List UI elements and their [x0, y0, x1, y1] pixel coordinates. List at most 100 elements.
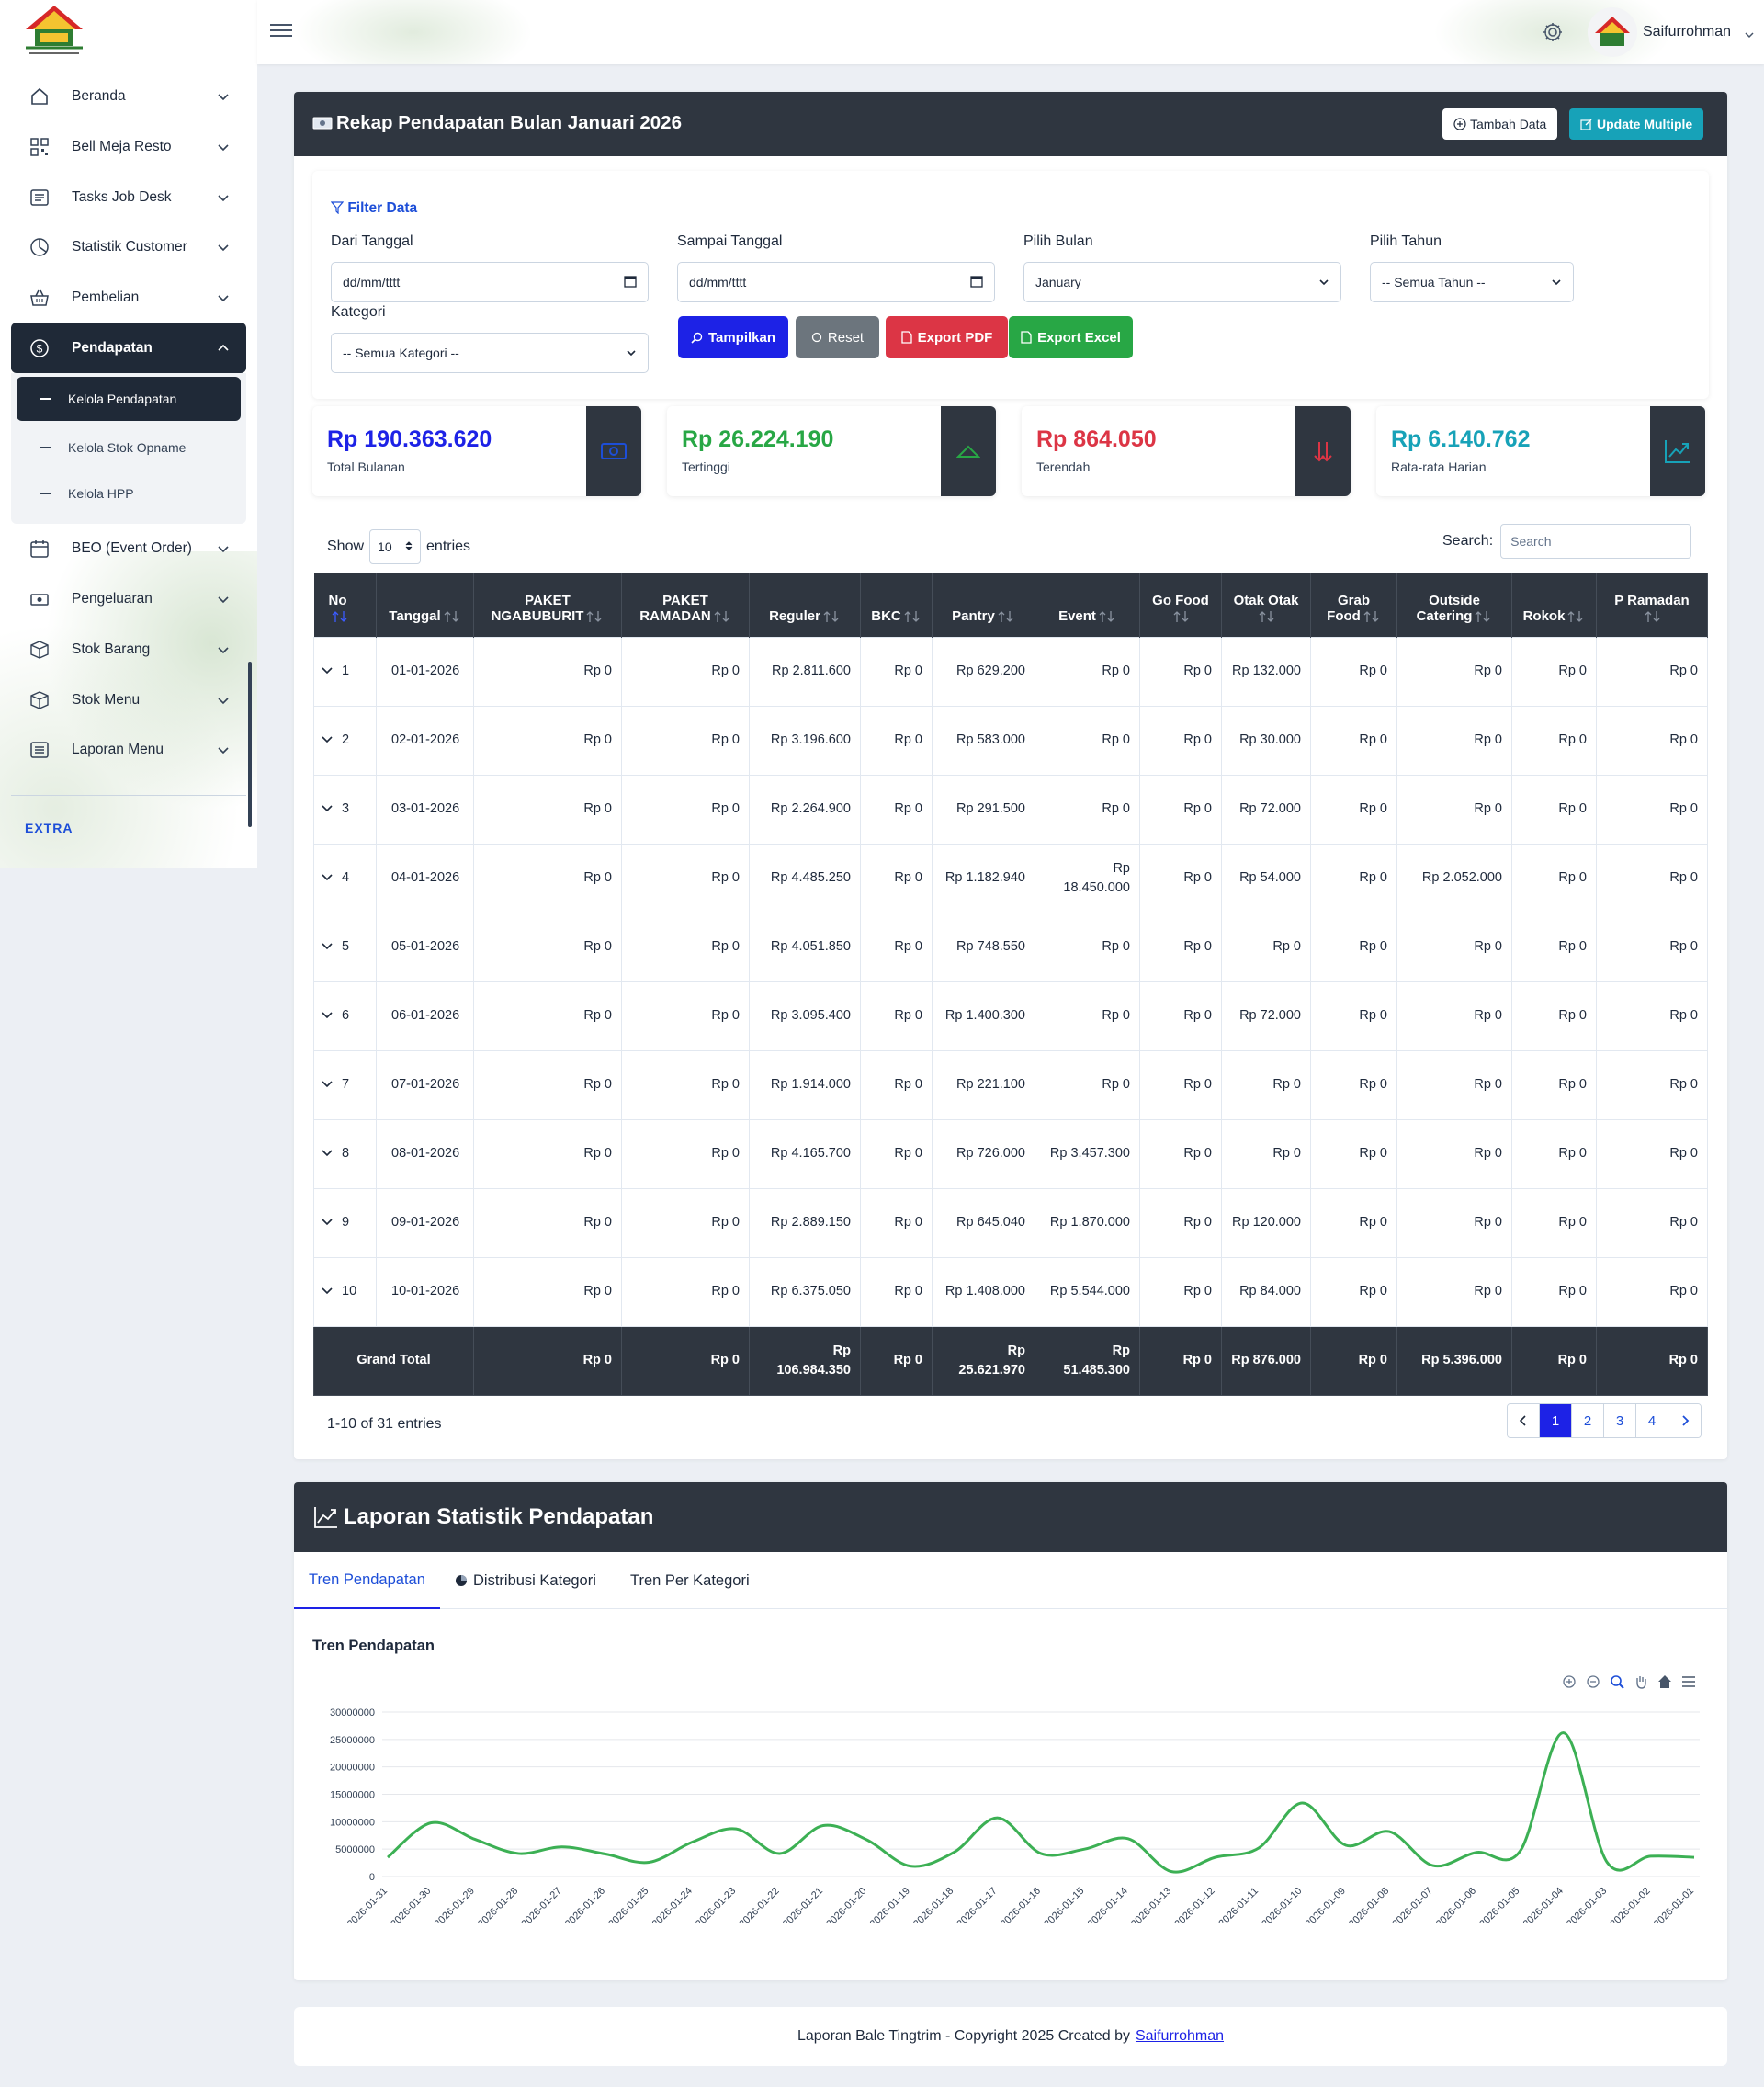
amount-cell: Rp 0: [1596, 774, 1708, 845]
expand-cell[interactable]: 2: [313, 705, 377, 776]
pilih-bulan-label: Pilih Bulan: [1023, 233, 1093, 249]
table-row[interactable]: 8 08-01-2026 Rp 0 Rp 0 Rp 4.165.700 Rp 0 Rp 72…: [313, 1118, 1708, 1189]
total-amount-cell: Rp 106.984.350: [749, 1325, 861, 1396]
data-point: [386, 1855, 390, 1859]
table-row[interactable]: 5 05-01-2026 Rp 0 Rp 0 Rp 4.051.850 Rp 0 Rp 74…: [313, 912, 1708, 982]
total-amount-cell: Rp 0: [1511, 1325, 1597, 1396]
sampai-tanggal-input[interactable]: dd/mm/tttt: [677, 262, 995, 302]
expand-cell[interactable]: 5: [313, 912, 377, 982]
sidebar-item-pengeluaran[interactable]: Pengeluaran: [0, 574, 257, 625]
table-row[interactable]: 4 04-01-2026 Rp 0 Rp 0 Rp 4.485.250 Rp 0 Rp 1.…: [313, 843, 1708, 913]
y-tick-label: 15000000: [330, 1790, 375, 1801]
expand-cell[interactable]: 10: [313, 1256, 377, 1327]
sidebar-item-pembelian[interactable]: Pembelian: [0, 273, 257, 323]
search-input[interactable]: Search: [1500, 524, 1692, 559]
gear-icon[interactable]: [1541, 20, 1565, 44]
x-tick-label: 2026-01-21: [781, 1886, 825, 1923]
x-tick-label: 2026-01-09: [1304, 1886, 1348, 1923]
column-header[interactable]: Grab Food: [1310, 573, 1397, 637]
pilih-tahun-select[interactable]: -- Semua Tahun --: [1370, 262, 1574, 302]
sort-icon: [586, 610, 602, 622]
sidebar-item-pendapatan[interactable]: $ Pendapatan: [11, 323, 246, 374]
reset-button[interactable]: Reset: [796, 316, 879, 358]
sidebar-item-stok-barang[interactable]: Stok Barang: [0, 625, 257, 675]
sidebar-item-laporan-menu[interactable]: Laporan Menu: [0, 725, 257, 776]
next-page-button[interactable]: [1668, 1404, 1701, 1437]
amount-cell: Rp 0: [860, 843, 933, 913]
dari-tanggal-input[interactable]: dd/mm/tttt: [331, 262, 649, 302]
column-header[interactable]: Pantry: [932, 573, 1035, 637]
update-multiple-button[interactable]: Update Multiple: [1569, 108, 1704, 140]
export-pdf-button[interactable]: Export PDF: [886, 316, 1008, 358]
table-row[interactable]: 1 01-01-2026 Rp 0 Rp 0 Rp 2.811.600 Rp 0 Rp 62…: [313, 636, 1708, 707]
page-button[interactable]: 3: [1604, 1404, 1636, 1437]
expand-cell[interactable]: 3: [313, 774, 377, 845]
sidebar-subitem-kelola-pendapatan[interactable]: Kelola Pendapatan: [17, 377, 241, 422]
column-header[interactable]: Outside Catering: [1396, 573, 1512, 637]
amount-cell: Rp 629.200: [932, 636, 1035, 707]
table-row[interactable]: 2 02-01-2026 Rp 0 Rp 0 Rp 3.196.600 Rp 0 Rp 58…: [313, 705, 1708, 776]
tren-pendapatan-chart: 0 5000000 10000000 15000000 20000000 25000000…: [330, 1707, 1700, 1923]
column-header[interactable]: Event: [1035, 573, 1140, 637]
page-button[interactable]: 2: [1572, 1404, 1604, 1437]
sidebar-item-beranda[interactable]: Beranda: [0, 72, 257, 122]
export-excel-button[interactable]: Export Excel: [1009, 316, 1133, 358]
entries-select[interactable]: 10: [369, 529, 422, 564]
table-row[interactable]: 9 09-01-2026 Rp 0 Rp 0 Rp 2.889.150 Rp 0 Rp 64…: [313, 1187, 1708, 1258]
tambah-data-button[interactable]: Tambah Data: [1442, 108, 1558, 140]
sidebar-scrollbar[interactable]: [248, 662, 252, 827]
dash-icon: [40, 398, 51, 401]
table-row[interactable]: 3 03-01-2026 Rp 0 Rp 0 Rp 2.264.900 Rp 0 Rp 29…: [313, 774, 1708, 845]
table-row[interactable]: 6 06-01-2026 Rp 0 Rp 0 Rp 3.095.400 Rp 0 Rp 1.…: [313, 981, 1708, 1051]
table-row[interactable]: 7 07-01-2026 Rp 0 Rp 0 Rp 1.914.000 Rp 0 Rp 22…: [313, 1049, 1708, 1120]
expand-cell[interactable]: 8: [313, 1118, 377, 1189]
page-button[interactable]: 1: [1540, 1404, 1572, 1437]
sort-icon: [823, 610, 839, 622]
column-header[interactable]: PAKET RAMADAN: [621, 573, 750, 637]
avatar[interactable]: [1588, 7, 1637, 57]
column-header[interactable]: Reguler: [749, 573, 861, 637]
tab-tren-per-kategori[interactable]: Tren Per Kategori: [630, 1552, 750, 1609]
table-row[interactable]: 10 10-01-2026 Rp 0 Rp 0 Rp 6.375.050 Rp 0 Rp 1…: [313, 1256, 1708, 1327]
data-point: [1039, 1852, 1043, 1855]
column-header[interactable]: Rokok: [1511, 573, 1597, 637]
username[interactable]: Saifurrohman: [1643, 24, 1731, 40]
table-header-row: No Tanggal PAKET NGABUBURIT PAKET RAMADAN Re…: [313, 573, 1708, 637]
sidebar-item-statistik-customer[interactable]: Statistik Customer: [0, 222, 257, 273]
column-header[interactable]: P Ramadan: [1596, 573, 1708, 637]
footer-author-link[interactable]: Saifurrohman: [1136, 2028, 1224, 2045]
pilih-bulan-select[interactable]: January: [1023, 262, 1341, 302]
column-header[interactable]: BKC: [860, 573, 933, 637]
amount-cell: Rp 0: [860, 981, 933, 1051]
kategori-select[interactable]: -- Semua Kategori --: [331, 333, 649, 373]
column-header[interactable]: No: [313, 573, 377, 637]
expand-cell[interactable]: 4: [313, 843, 377, 913]
sidebar-item-tasks-job-desk[interactable]: Tasks Job Desk: [0, 172, 257, 222]
column-header[interactable]: Tanggal: [376, 573, 474, 637]
expand-cell[interactable]: 7: [313, 1049, 377, 1120]
page-button[interactable]: 4: [1636, 1404, 1668, 1437]
column-header[interactable]: Go Food: [1139, 573, 1222, 637]
menu-toggle-icon[interactable]: [270, 20, 292, 40]
tampilkan-button[interactable]: Tampilkan: [678, 316, 788, 358]
tab-tren-pendapatan[interactable]: Tren Pendapatan: [294, 1552, 440, 1609]
prev-page-button[interactable]: [1508, 1404, 1540, 1437]
sidebar-subitem-kelola-hpp[interactable]: Kelola HPP: [17, 471, 241, 516]
column-header[interactable]: PAKET NGABUBURIT: [473, 573, 622, 637]
tab-distribusi-kategori[interactable]: Distribusi Kategori: [455, 1552, 596, 1609]
sidebar-item-stok-menu[interactable]: Stok Menu: [0, 675, 257, 725]
expand-cell[interactable]: 1: [313, 636, 377, 707]
data-point: [1300, 1801, 1304, 1805]
sidebar-item-beo[interactable]: BEO (Event Order): [0, 524, 257, 574]
expand-cell[interactable]: 9: [313, 1187, 377, 1258]
chevron-down-icon[interactable]: [1744, 28, 1755, 39]
expand-cell[interactable]: 6: [313, 981, 377, 1051]
column-header[interactable]: Otak Otak: [1221, 573, 1311, 637]
sidebar-item-bell-meja-resto[interactable]: Bell Meja Resto: [0, 122, 257, 173]
amount-cell: Rp 0: [860, 1256, 933, 1327]
app-logo[interactable]: [20, 2, 88, 59]
sidebar-item-label: Statistik Customer: [72, 239, 187, 255]
sidebar-subitem-kelola-stok-opname[interactable]: Kelola Stok Opname: [17, 425, 241, 471]
subitem-label: Kelola Pendapatan: [68, 391, 177, 407]
data-point: [1431, 1864, 1435, 1867]
